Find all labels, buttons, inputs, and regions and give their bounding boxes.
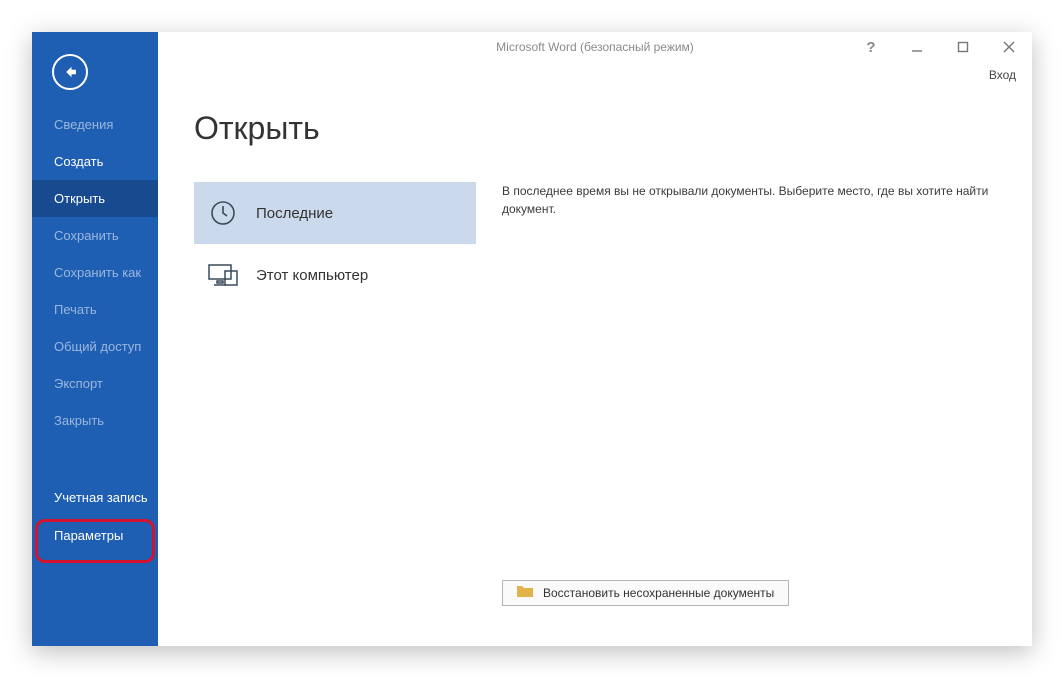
window-title: Microsoft Word (безопасный режим) <box>496 40 694 54</box>
sidebar-nav: Сведения Создать Открыть Сохранить Сохра… <box>32 106 158 554</box>
close-button[interactable] <box>992 34 1026 60</box>
minimize-icon <box>911 41 923 53</box>
sidebar-item-label: Создать <box>54 154 103 169</box>
sidebar-item-label: Открыть <box>54 191 105 206</box>
sidebar-item-label: Общий доступ <box>54 339 141 354</box>
help-button[interactable]: ? <box>854 34 888 60</box>
titlebar: Microsoft Word (безопасный режим) ? <box>158 32 1032 62</box>
place-recent[interactable]: Последние <box>194 182 476 244</box>
sidebar-item-export[interactable]: Экспорт <box>32 365 158 402</box>
backstage-sidebar: Сведения Создать Открыть Сохранить Сохра… <box>32 32 158 646</box>
sidebar-item-label: Сохранить как <box>54 265 141 280</box>
recover-label: Восстановить несохраненные документы <box>543 586 774 600</box>
place-label: Последние <box>256 205 333 222</box>
sidebar-item-label: Печать <box>54 302 97 317</box>
place-this-pc[interactable]: Этот компьютер <box>194 244 476 306</box>
sidebar-item-options[interactable]: Параметры <box>32 517 158 554</box>
window-controls: ? <box>854 32 1026 62</box>
page-title: Открыть <box>194 110 320 147</box>
sidebar-item-new[interactable]: Создать <box>32 143 158 180</box>
open-page-detail: В последнее время вы не открывали докуме… <box>476 182 1032 646</box>
sidebar-item-label: Экспорт <box>54 376 103 391</box>
sidebar-item-saveas[interactable]: Сохранить как <box>32 254 158 291</box>
sidebar-gap <box>32 439 158 479</box>
sidebar-item-label: Сведения <box>54 117 113 132</box>
clock-icon <box>208 198 238 228</box>
place-label: Этот компьютер <box>256 267 368 284</box>
open-page-content: Открыть Последние Этот компьютер <box>158 62 1032 646</box>
help-icon: ? <box>866 39 875 56</box>
sidebar-item-info[interactable]: Сведения <box>32 106 158 143</box>
sidebar-item-label: Закрыть <box>54 413 104 428</box>
recover-unsaved-button[interactable]: Восстановить несохраненные документы <box>502 580 789 606</box>
sidebar-item-label: Параметры <box>54 528 123 543</box>
sidebar-item-print[interactable]: Печать <box>32 291 158 328</box>
sidebar-item-label: Учетная запись <box>54 490 148 505</box>
folder-icon <box>517 585 533 601</box>
sidebar-item-save[interactable]: Сохранить <box>32 217 158 254</box>
sidebar-item-close[interactable]: Закрыть <box>32 402 158 439</box>
sidebar-item-open[interactable]: Открыть <box>32 180 158 217</box>
computer-icon <box>208 260 238 290</box>
word-backstage-window: Сведения Создать Открыть Сохранить Сохра… <box>32 32 1032 646</box>
sidebar-item-label: Сохранить <box>54 228 119 243</box>
main-area: Microsoft Word (безопасный режим) ? Вход <box>158 32 1032 646</box>
sidebar-item-share[interactable]: Общий доступ <box>32 328 158 365</box>
maximize-icon <box>957 41 969 53</box>
maximize-button[interactable] <box>946 34 980 60</box>
sidebar-item-account[interactable]: Учетная запись <box>32 479 158 517</box>
close-icon <box>1003 41 1015 53</box>
empty-recent-message: В последнее время вы не открывали докуме… <box>502 182 996 218</box>
places-list: Последние Этот компьютер <box>194 182 476 646</box>
back-button[interactable] <box>52 54 88 90</box>
minimize-button[interactable] <box>900 34 934 60</box>
arrow-left-icon <box>61 63 79 81</box>
